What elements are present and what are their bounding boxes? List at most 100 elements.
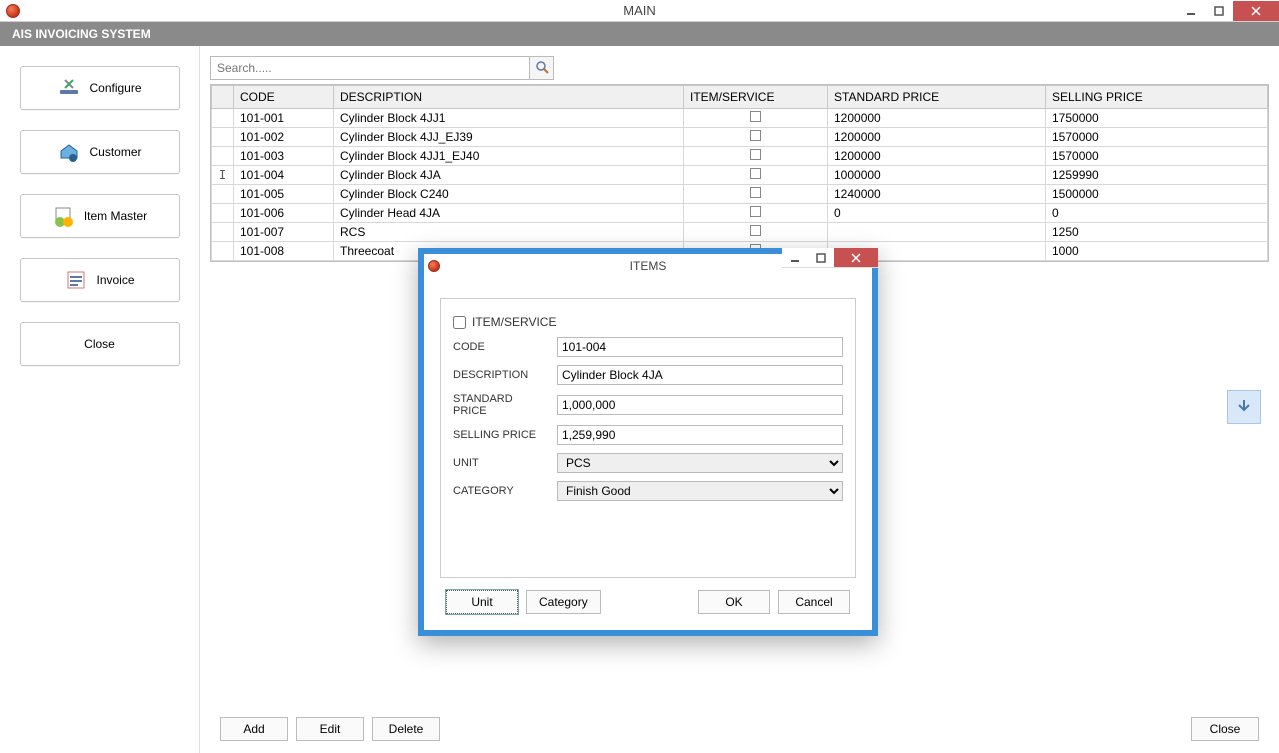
row-code: 101-007 — [234, 223, 334, 242]
unit-label: UNIT — [453, 457, 547, 469]
scroll-down-button[interactable] — [1227, 390, 1261, 424]
bottom-bar: Add Edit Delete Close — [210, 709, 1269, 753]
edit-button[interactable]: Edit — [296, 717, 364, 741]
unit-select[interactable]: PCS — [557, 453, 843, 473]
items-grid[interactable]: CODE DESCRIPTION ITEM/SERVICE STANDARD P… — [210, 84, 1269, 262]
row-description: Cylinder Block C240 — [334, 185, 684, 204]
row-description: Cylinder Block 4JJ1_EJ40 — [334, 147, 684, 166]
main-titlebar: MAIN — [0, 0, 1279, 22]
item-service-row: ITEM/SERVICE — [453, 315, 843, 329]
selling-price-field[interactable] — [557, 425, 843, 445]
row-description: Cylinder Block 4JJ1 — [334, 109, 684, 128]
window-title: MAIN — [0, 3, 1279, 18]
table-row[interactable]: 101-001Cylinder Block 4JJ112000001750000 — [212, 109, 1268, 128]
checkbox-icon — [750, 149, 761, 160]
add-button[interactable]: Add — [220, 717, 288, 741]
dialog-minimize-button[interactable] — [782, 248, 808, 268]
row-indicator — [212, 242, 234, 261]
search-button[interactable] — [530, 56, 554, 80]
sidebar-close-label: Close — [84, 337, 115, 351]
header-ribbon: AIS INVOICING SYSTEM — [0, 22, 1279, 46]
row-description: RCS — [334, 223, 684, 242]
row-selling-price: 1259990 — [1046, 166, 1268, 185]
row-code: 101-004 — [234, 166, 334, 185]
code-label: CODE — [453, 341, 547, 353]
dialog-cancel-label: Cancel — [795, 595, 832, 609]
dialog-unit-label: Unit — [471, 595, 492, 609]
table-row[interactable]: 101-007RCS 1250 — [212, 223, 1268, 242]
row-code: 101-008 — [234, 242, 334, 261]
form-panel: ITEM/SERVICE CODE DESCRIPTION STANDARD P… — [440, 298, 856, 578]
row-item-service[interactable] — [684, 223, 828, 242]
dialog-cancel-button[interactable]: Cancel — [778, 590, 850, 614]
grid-header-description[interactable]: DESCRIPTION — [334, 86, 684, 109]
search-wrap — [210, 56, 1269, 80]
row-selling-price: 1570000 — [1046, 147, 1268, 166]
standard-price-row: STANDARD PRICE — [453, 393, 843, 417]
item-service-checkbox[interactable] — [453, 316, 466, 329]
arrow-down-icon — [1235, 397, 1253, 418]
dialog-ok-button[interactable]: OK — [698, 590, 770, 614]
category-select[interactable]: Finish Good — [557, 481, 843, 501]
dialog-footer: Unit Category OK Cancel — [440, 578, 856, 620]
item-master-button[interactable]: Item Master — [20, 194, 180, 238]
table-row[interactable]: 101-005Cylinder Block C24012400001500000 — [212, 185, 1268, 204]
search-input[interactable] — [210, 56, 530, 80]
table-row[interactable]: 101-003Cylinder Block 4JJ1_EJ40120000015… — [212, 147, 1268, 166]
add-label: Add — [243, 722, 264, 736]
row-code: 101-003 — [234, 147, 334, 166]
edit-label: Edit — [320, 722, 341, 736]
row-indicator: I — [212, 166, 234, 185]
row-item-service[interactable] — [684, 128, 828, 147]
row-indicator — [212, 147, 234, 166]
code-field[interactable] — [557, 337, 843, 357]
row-description: Cylinder Head 4JA — [334, 204, 684, 223]
grid-header-item-service[interactable]: ITEM/SERVICE — [684, 86, 828, 109]
grid-header-code[interactable]: CODE — [234, 86, 334, 109]
row-standard-price — [828, 223, 1046, 242]
ribbon-title: AIS INVOICING SYSTEM — [12, 27, 151, 41]
row-item-service[interactable] — [684, 147, 828, 166]
customer-button[interactable]: Customer — [20, 130, 180, 174]
row-item-service[interactable] — [684, 166, 828, 185]
sidebar: Configure Customer Item Master Invoice C… — [0, 46, 200, 753]
checkbox-icon — [750, 225, 761, 236]
dialog-titlebar: ITEMS — [424, 254, 872, 278]
table-row[interactable]: 101-002Cylinder Block 4JJ_EJ391200000157… — [212, 128, 1268, 147]
delete-button[interactable]: Delete — [372, 717, 440, 741]
grid-header-selling-price[interactable]: SELLING PRICE — [1046, 86, 1268, 109]
table-row[interactable]: 101-006Cylinder Head 4JA00 — [212, 204, 1268, 223]
description-row: DESCRIPTION — [453, 365, 843, 385]
grid-header-standard-price[interactable]: STANDARD PRICE — [828, 86, 1046, 109]
category-label: CATEGORY — [453, 485, 547, 497]
row-selling-price: 1000 — [1046, 242, 1268, 261]
item-service-label: ITEM/SERVICE — [472, 315, 556, 329]
row-code: 101-001 — [234, 109, 334, 128]
table-row[interactable]: I101-004Cylinder Block 4JA10000001259990 — [212, 166, 1268, 185]
row-item-service[interactable] — [684, 204, 828, 223]
customer-label: Customer — [89, 145, 141, 159]
row-code: 101-002 — [234, 128, 334, 147]
row-selling-price: 1250 — [1046, 223, 1268, 242]
row-item-service[interactable] — [684, 109, 828, 128]
grid-header-indicator — [212, 86, 234, 109]
invoice-icon — [64, 268, 88, 292]
dialog-category-button[interactable]: Category — [526, 590, 601, 614]
invoice-button[interactable]: Invoice — [20, 258, 180, 302]
row-item-service[interactable] — [684, 185, 828, 204]
dialog-close-button[interactable] — [834, 248, 878, 268]
selling-price-row: SELLING PRICE — [453, 425, 843, 445]
row-description: Cylinder Block 4JA — [334, 166, 684, 185]
dialog-maximize-button[interactable] — [808, 248, 834, 268]
dialog-body: ITEM/SERVICE CODE DESCRIPTION STANDARD P… — [424, 278, 872, 630]
dialog-unit-button[interactable]: Unit — [446, 590, 518, 614]
description-field[interactable] — [557, 365, 843, 385]
sidebar-close-button[interactable]: Close — [20, 322, 180, 366]
row-indicator — [212, 223, 234, 242]
content-close-label: Close — [1210, 722, 1241, 736]
content-close-button[interactable]: Close — [1191, 717, 1259, 741]
standard-price-field[interactable] — [557, 395, 843, 415]
configure-button[interactable]: Configure — [20, 66, 180, 110]
row-indicator — [212, 185, 234, 204]
row-standard-price: 1240000 — [828, 185, 1046, 204]
